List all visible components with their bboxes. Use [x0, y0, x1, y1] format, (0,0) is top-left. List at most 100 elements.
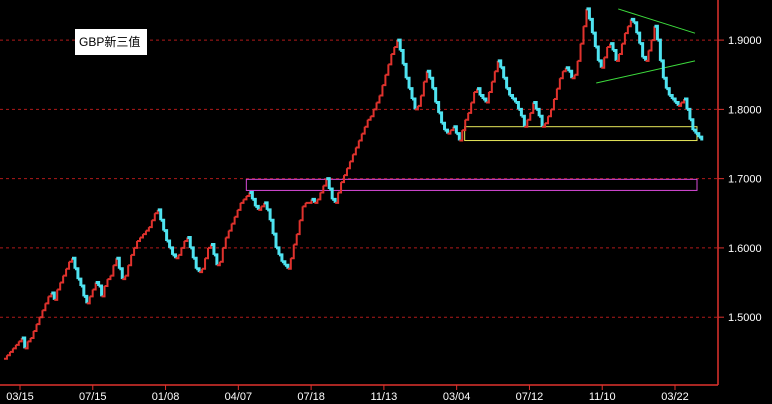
price-segment [660, 59, 665, 79]
price-segment [169, 246, 175, 255]
price-segment [494, 60, 499, 73]
price-segment [607, 43, 612, 49]
price-segment [624, 26, 629, 35]
price-segment [382, 74, 387, 87]
price-segment [104, 279, 109, 288]
x-tick-label: 11/10 [589, 391, 616, 403]
price-segment [417, 95, 422, 107]
price-segment [42, 303, 47, 312]
price-segment [284, 263, 290, 269]
price-segment [290, 244, 295, 260]
x-tick-label: 03/15 [6, 391, 34, 403]
price-segment [465, 112, 470, 121]
price-segment [695, 132, 701, 138]
price-segment [388, 53, 393, 66]
price-segment [550, 98, 555, 111]
price-segment [432, 87, 438, 103]
x-tick-label: 03/04 [443, 391, 471, 403]
price-segment [160, 218, 166, 231]
x-tick-layer: 03/15 07/15 01/08 04/07 07/18 11/13 03/04 07/12… [6, 385, 689, 403]
price-segment [261, 202, 266, 208]
price-segment [595, 45, 600, 61]
price-segment [559, 71, 564, 80]
support-zone-box [464, 126, 698, 142]
price-segment [270, 218, 275, 235]
price-segment [672, 97, 677, 103]
price-segment [686, 107, 692, 120]
price-segment [184, 237, 189, 242]
price-segment [545, 116, 550, 125]
price-segment [379, 85, 384, 97]
price-segment [237, 202, 242, 211]
price-segment [151, 213, 156, 222]
price-segment [225, 230, 230, 239]
price-segment [30, 331, 35, 339]
price-segment [63, 268, 68, 277]
price-segment [107, 275, 112, 281]
y-tick-layer: 1.9000 1.8000 1.7000 1.6000 1.5000 [718, 35, 762, 324]
price-segment [651, 26, 656, 42]
price-segment [583, 8, 588, 28]
price-segment [527, 112, 532, 121]
price-segment [568, 69, 574, 79]
price-segment [178, 247, 183, 256]
price-segment [580, 26, 585, 45]
price-segment [12, 344, 17, 350]
price-segment [98, 284, 104, 297]
price-segment [89, 289, 94, 298]
price-segment [666, 87, 671, 96]
price-segment [349, 154, 354, 163]
price-segment [267, 208, 272, 221]
price-segment [172, 253, 177, 259]
price-segment [308, 199, 313, 204]
price-segment [394, 40, 399, 49]
price-segment [370, 109, 375, 118]
price-segment [636, 31, 642, 44]
price-segment [675, 100, 680, 106]
price-segment [246, 192, 251, 197]
price-segment [190, 246, 195, 259]
price-segment [556, 78, 561, 90]
price-segment [669, 94, 674, 99]
price-segment [512, 97, 517, 103]
price-segment [589, 17, 594, 34]
price-segment [77, 277, 83, 287]
price-segment [163, 229, 169, 241]
price-segment [293, 234, 298, 246]
price-segment [474, 88, 479, 94]
price-segment [482, 97, 488, 103]
price-segment [358, 133, 363, 142]
price-segment [698, 135, 704, 141]
price-segment [57, 282, 62, 291]
price-segment [503, 76, 509, 89]
annotation-layer [245, 8, 698, 191]
price-segment [456, 132, 461, 141]
price-segment [222, 237, 227, 249]
price-segment [509, 94, 515, 99]
support-zone-box [245, 178, 698, 191]
price-segment [18, 337, 23, 343]
price-segment [352, 147, 357, 156]
price-segment [500, 66, 506, 79]
price-segment [137, 237, 142, 242]
price-segment [621, 33, 626, 45]
price-segment [332, 197, 337, 203]
price-segment [113, 258, 118, 267]
price-segment [657, 38, 662, 61]
price-segment [154, 209, 159, 215]
price-segment [633, 21, 639, 34]
price-segment [385, 64, 390, 76]
x-tick-label: 04/07 [225, 391, 253, 403]
price-segment [128, 254, 133, 267]
price-segment [406, 76, 411, 89]
price-segment [15, 341, 20, 346]
price-segment [276, 246, 281, 255]
price-segment [338, 182, 343, 194]
price-segment [193, 256, 198, 269]
price-segment [548, 109, 552, 118]
price-segment [639, 42, 645, 58]
price-segment [521, 114, 526, 127]
price-segment [134, 240, 139, 249]
price-segment [553, 88, 558, 100]
price-segment [491, 71, 496, 83]
